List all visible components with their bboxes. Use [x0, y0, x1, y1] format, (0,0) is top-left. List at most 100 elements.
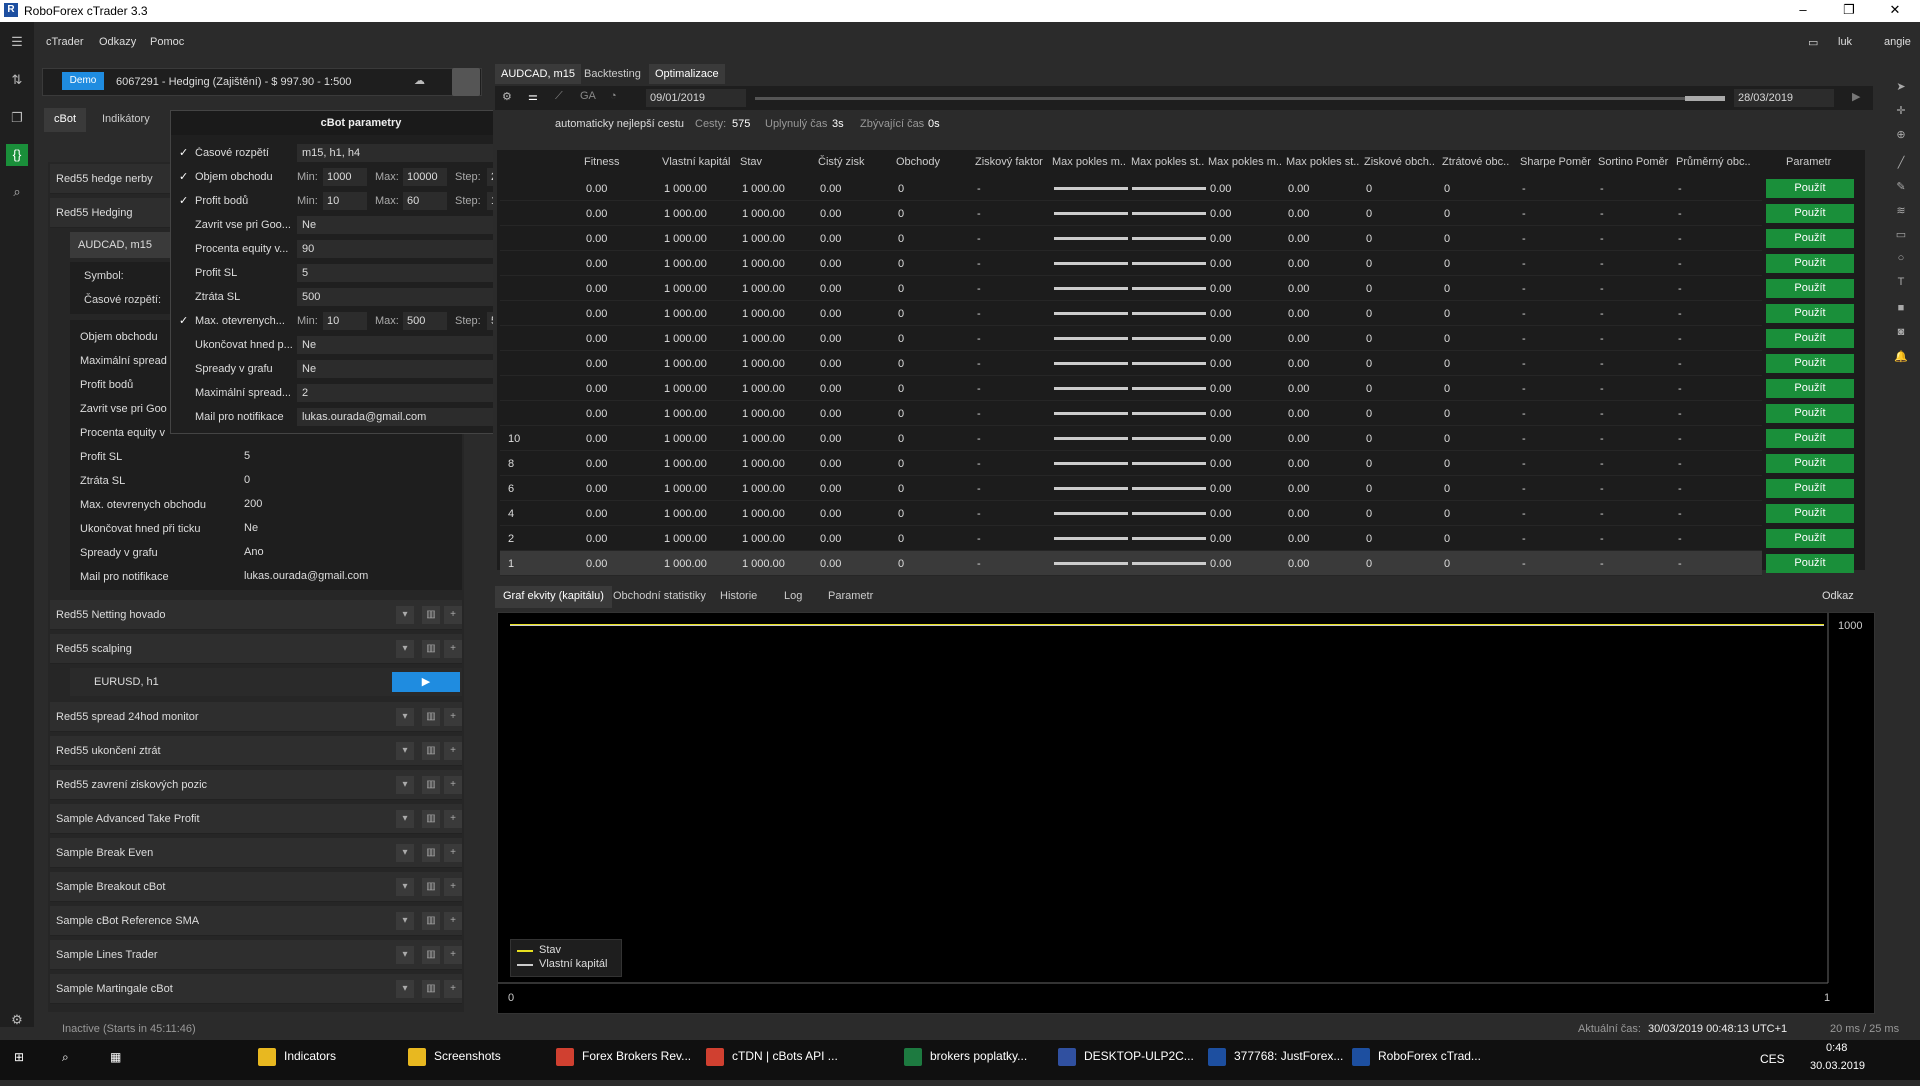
param-value[interactable]: 200 — [240, 496, 456, 514]
tab-cbot[interactable]: cBot — [44, 108, 87, 132]
dropdown-icon[interactable]: ▾ — [396, 776, 414, 794]
text-icon[interactable]: T — [1893, 276, 1909, 292]
apply-button[interactable]: Použít — [1766, 204, 1854, 223]
date-from[interactable]: 09/01/2019 — [646, 89, 746, 107]
table-row[interactable]: 1 0.00 1 000.00 1 000.00 0.00 0 - 0.00 0.00 0 0 - - - — [500, 551, 1762, 576]
tab-history[interactable]: Historie — [712, 586, 765, 608]
add-icon[interactable]: + — [444, 980, 462, 998]
param-checkbox[interactable] — [179, 243, 191, 255]
column-header[interactable]: Obchody — [896, 156, 940, 168]
column-header[interactable]: Ztrátové obc.. — [1442, 156, 1509, 168]
max-input[interactable]: 500 — [403, 312, 447, 330]
date-range-slider[interactable] — [755, 97, 1725, 100]
list-item[interactable]: Red55 zavrení ziskových pozic ▾ ▥ + — [50, 770, 462, 800]
tab-parametr[interactable]: Parametr — [820, 586, 881, 608]
table-row[interactable]: 0.00 1 000.00 1 000.00 0.00 0 - 0.00 0.00 0 0 - - - — [500, 201, 1762, 226]
add-icon[interactable]: + — [444, 810, 462, 828]
dropdown-icon[interactable]: ▾ — [396, 606, 414, 624]
dropdown-icon[interactable]: ▾ — [396, 742, 414, 760]
list-item[interactable]: Red55 Netting hovado ▾ ▥ + — [50, 600, 462, 630]
table-row[interactable]: 6 0.00 1 000.00 1 000.00 0.00 0 - 0.00 0.00 0 0 - - - — [500, 476, 1762, 501]
menu-odkazy[interactable]: Odkazy — [99, 36, 136, 48]
taskbar-app[interactable]: Indicators — [258, 1048, 336, 1074]
column-header[interactable]: Ziskový faktor — [975, 156, 1043, 168]
param-checkbox[interactable] — [179, 291, 191, 303]
tab-indikatory[interactable]: Indikátory — [92, 108, 160, 132]
stats-icon[interactable]: ▥ — [422, 708, 440, 726]
play-icon[interactable]: ▶ — [1852, 90, 1860, 103]
param-checkbox[interactable] — [179, 219, 191, 231]
instance-row[interactable]: EURUSD, h1 ▶ — [70, 668, 462, 696]
taskbar-app[interactable]: 377768: JustForex... — [1208, 1048, 1343, 1074]
taskbar-app[interactable]: Forex Brokers Rev... — [556, 1048, 691, 1074]
column-header[interactable]: Max pokles m.. — [1208, 156, 1282, 168]
dropdown-icon[interactable]: ▾ — [396, 980, 414, 998]
apply-button[interactable]: Použít — [1766, 479, 1854, 498]
date-to[interactable]: 28/03/2019 — [1734, 89, 1834, 107]
fib-icon[interactable]: ≋ — [1893, 204, 1909, 220]
dropdown-icon[interactable]: ▾ — [396, 912, 414, 930]
column-header[interactable]: Ziskové obch.. — [1364, 156, 1435, 168]
stats-icon[interactable]: ▥ — [422, 810, 440, 828]
add-icon[interactable]: + — [444, 708, 462, 726]
taskbar-app[interactable]: cTDN | cBots API ... — [706, 1048, 838, 1074]
apply-button[interactable]: Použít — [1766, 504, 1854, 523]
column-header[interactable]: Parametr — [1786, 156, 1831, 168]
apply-button[interactable]: Použít — [1766, 354, 1854, 373]
menu-pomoc[interactable]: Pomoc — [150, 36, 184, 48]
table-row[interactable]: 0.00 1 000.00 1 000.00 0.00 0 - 0.00 0.00 0 0 - - - — [500, 226, 1762, 251]
stats-icon[interactable]: ▥ — [422, 946, 440, 964]
column-header[interactable]: Čistý zisk — [818, 156, 864, 168]
table-row[interactable]: 0.00 1 000.00 1 000.00 0.00 0 - 0.00 0.00 0 0 - - - — [500, 351, 1762, 376]
settings-gear-icon[interactable]: ⚙ — [8, 1012, 26, 1030]
table-row[interactable]: 0.00 1 000.00 1 000.00 0.00 0 - 0.00 0.00 0 0 - - - — [500, 276, 1762, 301]
list-item[interactable]: Sample Lines Trader ▾ ▥ + — [50, 940, 462, 970]
param-checkbox[interactable] — [179, 339, 191, 351]
taskbar-app[interactable]: brokers poplatky... — [904, 1048, 1027, 1074]
max-input[interactable]: 10000 — [403, 168, 447, 186]
add-icon[interactable]: + — [444, 640, 462, 658]
add-icon[interactable]: + — [444, 742, 462, 760]
pen-icon[interactable]: ✎ — [1893, 180, 1909, 196]
trade-icon[interactable]: ⇅ — [8, 72, 26, 90]
min-input[interactable]: 10 — [323, 192, 367, 210]
camera-icon[interactable]: ◙ — [1893, 326, 1909, 342]
param-checkbox[interactable] — [179, 363, 191, 375]
tab-log[interactable]: Log — [776, 586, 810, 608]
list-item[interactable]: Sample Breakout cBot ▾ ▥ + — [50, 872, 462, 902]
param-checkbox[interactable]: ✓ — [179, 147, 191, 159]
task-view-icon[interactable]: ▦ — [110, 1050, 121, 1076]
tab-backtesting[interactable]: Backtesting — [578, 64, 647, 84]
apply-button[interactable]: Použít — [1766, 404, 1854, 423]
copy-icon[interactable]: ❐ — [8, 110, 26, 128]
user-menu[interactable]: luk — [1838, 36, 1852, 48]
dropdown-icon[interactable]: ▾ — [396, 844, 414, 862]
add-icon[interactable]: + — [444, 878, 462, 896]
table-row[interactable]: 2 0.00 1 000.00 1 000.00 0.00 0 - 0.00 0.00 0 0 - - - — [500, 526, 1762, 551]
table-row[interactable]: 0.00 1 000.00 1 000.00 0.00 0 - 0.00 0.00 0 0 - - - — [500, 301, 1762, 326]
stats-icon[interactable]: ▥ — [422, 776, 440, 794]
add-icon[interactable]: + — [444, 776, 462, 794]
param-checkbox[interactable]: ✓ — [179, 195, 191, 207]
apply-button[interactable]: Použít — [1766, 279, 1854, 298]
param-checkbox[interactable] — [179, 267, 191, 279]
dropdown-icon[interactable]: ▾ — [396, 810, 414, 828]
automate-icon[interactable]: {} — [6, 144, 28, 166]
stats-icon[interactable]: ▥ — [422, 878, 440, 896]
crosshair-icon[interactable]: ✛ — [1893, 104, 1909, 120]
min-input[interactable]: 10 — [323, 312, 367, 330]
user-icon[interactable] — [452, 68, 480, 96]
tray-date[interactable]: 30.03.2019 — [1810, 1060, 1865, 1086]
table-row[interactable]: 0.00 1 000.00 1 000.00 0.00 0 - 0.00 0.00 0 0 - - - — [500, 376, 1762, 401]
param-checkbox[interactable]: ✓ — [179, 171, 191, 183]
table-row[interactable]: 8 0.00 1 000.00 1 000.00 0.00 0 - 0.00 0.00 0 0 - - - — [500, 451, 1762, 476]
apply-button[interactable]: Použít — [1766, 554, 1854, 573]
lang-indicator[interactable]: CES — [1760, 1052, 1785, 1078]
min-input[interactable]: 1000 — [323, 168, 367, 186]
bell-icon[interactable]: 🔔 — [1893, 350, 1909, 366]
stats-icon[interactable]: ▥ — [422, 640, 440, 658]
taskbar-app[interactable]: DESKTOP-ULP2C... — [1058, 1048, 1194, 1074]
tab-symbol[interactable]: AUDCAD, m15 — [495, 64, 581, 84]
column-header[interactable]: Průměrný obc.. — [1676, 156, 1751, 168]
list-item[interactable]: Red55 spread 24hod monitor ▾ ▥ + — [50, 702, 462, 732]
